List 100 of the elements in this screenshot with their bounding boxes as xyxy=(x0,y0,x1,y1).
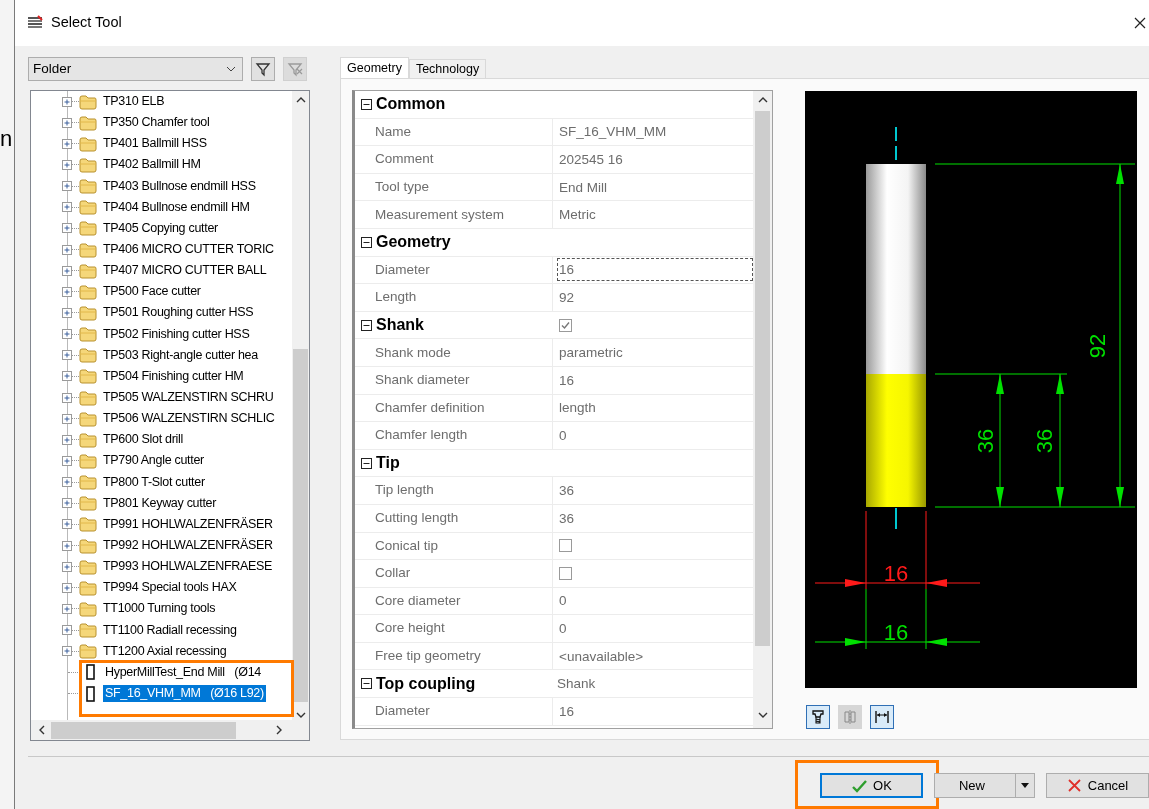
tree-item[interactable]: TP801 Keyway cutter xyxy=(101,494,219,512)
collapse-icon[interactable] xyxy=(361,457,372,469)
expand-icon[interactable] xyxy=(62,160,72,170)
expand-icon[interactable] xyxy=(62,540,72,551)
tree-item[interactable]: TP406 MICRO CUTTER TORIC xyxy=(101,241,276,259)
expand-icon[interactable] xyxy=(62,371,72,382)
collapse-icon[interactable] xyxy=(361,678,372,690)
scroll-left-icon[interactable] xyxy=(37,724,47,736)
tree-item[interactable]: TP402 Ballmill HM xyxy=(101,156,203,174)
tree-item[interactable]: TP350 Chamfer tool xyxy=(101,114,212,132)
tree-item[interactable]: TT1000 Turning tools xyxy=(101,600,218,618)
property-value[interactable]: 92 xyxy=(557,285,753,309)
tree-item[interactable]: TP800 T-Slot cutter xyxy=(101,473,207,491)
property-value[interactable]: 36 xyxy=(557,479,753,503)
toolbar-button[interactable] xyxy=(806,705,830,729)
expand-icon[interactable] xyxy=(62,307,72,318)
tree-item[interactable]: TP500 Face cutter xyxy=(101,283,203,301)
tree-item[interactable]: TP405 Copying cutter xyxy=(101,219,220,237)
filter-button[interactable] xyxy=(251,57,275,81)
scrollbar[interactable] xyxy=(292,91,309,720)
expand-icon[interactable] xyxy=(62,181,72,192)
expand-icon[interactable] xyxy=(62,455,72,466)
tree-item[interactable]: TP994 Special tools HAX xyxy=(101,579,239,597)
tree-item[interactable]: TP401 Ballmill HSS xyxy=(101,135,209,153)
expand-icon[interactable] xyxy=(62,519,72,530)
expand-icon[interactable] xyxy=(62,434,72,445)
scroll-right-icon[interactable] xyxy=(274,724,284,736)
tree-item[interactable]: TP502 Finishing cutter HSS xyxy=(101,325,252,343)
expand-icon[interactable] xyxy=(62,350,72,361)
property-value[interactable]: 36 xyxy=(557,506,753,530)
ok-button[interactable]: OK xyxy=(820,773,923,798)
expand-icon[interactable] xyxy=(62,477,72,488)
tree-item[interactable]: TP991 HOHLWALZENFRÄSER xyxy=(101,515,275,533)
expand-icon[interactable] xyxy=(62,96,72,107)
expand-icon[interactable] xyxy=(62,646,72,657)
tree-item[interactable]: TP501 Roughing cutter HSS xyxy=(101,304,256,322)
tree-item[interactable]: TT1100 Radiall recessing xyxy=(101,621,239,639)
expand-icon[interactable] xyxy=(62,117,72,128)
property-value[interactable]: <unavailable> xyxy=(557,644,753,668)
folder-dropdown[interactable]: Folder xyxy=(28,57,243,81)
expand-icon[interactable] xyxy=(62,265,72,276)
property-value[interactable]: 0 xyxy=(557,589,753,613)
property-value[interactable]: Metric xyxy=(557,203,753,227)
tab[interactable]: Geometry xyxy=(340,57,409,78)
cancel-button[interactable]: Cancel xyxy=(1046,773,1149,798)
expand-icon[interactable] xyxy=(62,625,72,636)
property-value[interactable]: parametric xyxy=(557,341,753,365)
tree-item[interactable]: TP407 MICRO CUTTER BALL xyxy=(101,262,269,280)
checkbox[interactable] xyxy=(559,318,572,332)
checkbox[interactable] xyxy=(559,566,572,580)
tree-item[interactable]: TP504 Finishing cutter HM xyxy=(101,367,246,385)
scroll-up-icon[interactable] xyxy=(294,95,307,105)
expand-icon[interactable] xyxy=(62,603,72,614)
expand-icon[interactable] xyxy=(62,286,72,297)
expand-icon[interactable] xyxy=(62,413,72,424)
collapse-icon[interactable] xyxy=(361,236,372,248)
property-value[interactable]: 16 xyxy=(557,699,753,723)
scroll-down-icon[interactable] xyxy=(294,710,307,720)
checkbox[interactable] xyxy=(559,539,572,553)
toolbar-button[interactable] xyxy=(870,705,894,729)
scrollbar[interactable] xyxy=(31,720,309,740)
new-button[interactable]: New xyxy=(934,773,1035,798)
caret-icon[interactable] xyxy=(1020,782,1030,789)
expand-icon[interactable] xyxy=(62,202,72,213)
tree-item[interactable]: TP503 Right-angle cutter hea xyxy=(101,346,260,364)
property-value[interactable]: 0 xyxy=(557,423,753,447)
expand-icon[interactable] xyxy=(62,223,72,234)
tree-item[interactable]: TP993 HOHLWALZENFRAESE xyxy=(101,558,275,576)
property-value[interactable]: SF_16_VHM_MM xyxy=(557,120,753,144)
expand-icon[interactable] xyxy=(62,244,72,255)
tree-item[interactable]: TP310 ELB xyxy=(101,93,167,111)
expand-icon[interactable] xyxy=(62,392,72,403)
tool-item[interactable]: HyperMillTest_End Mill (Ø14 xyxy=(103,663,263,681)
close-icon[interactable] xyxy=(1133,16,1147,30)
tab[interactable]: Technology xyxy=(408,59,487,78)
tree-item[interactable]: TP404 Bullnose endmill HM xyxy=(101,198,252,216)
expand-icon[interactable] xyxy=(62,329,72,340)
expand-icon[interactable] xyxy=(62,138,72,149)
tree-item[interactable]: TP403 Bullnose endmill HSS xyxy=(101,177,258,195)
tree-item[interactable]: TP506 WALZENSTIRN SCHLIC xyxy=(101,410,277,428)
tree-item[interactable]: TP600 Slot drill xyxy=(101,431,185,449)
collapse-icon[interactable] xyxy=(361,98,372,110)
property-value[interactable]: 16 xyxy=(557,368,753,392)
expand-icon[interactable] xyxy=(62,498,72,509)
expand-icon[interactable] xyxy=(62,561,72,572)
expand-icon[interactable] xyxy=(62,582,72,593)
scroll-up-icon[interactable] xyxy=(756,95,769,105)
property-value[interactable]: length xyxy=(557,396,753,420)
scroll-down-icon[interactable] xyxy=(756,710,769,720)
collapse-icon[interactable] xyxy=(361,319,372,331)
scrollbar[interactable] xyxy=(753,91,772,728)
tree-item[interactable]: TT1200 Axial recessing xyxy=(101,642,229,660)
folder-icon xyxy=(79,304,97,321)
property-value[interactable]: End Mill xyxy=(557,175,753,199)
tool-item[interactable]: SF_16_VHM_MM (Ø16 L92) xyxy=(103,685,266,702)
property-value[interactable]: 0 xyxy=(557,617,753,641)
tree-item[interactable]: TP992 HOHLWALZENFRÄSER xyxy=(101,537,275,554)
tree-item[interactable]: TP790 Angle cutter xyxy=(101,452,206,470)
property-value[interactable]: 202545 16 xyxy=(557,148,753,171)
tree-item[interactable]: TP505 WALZENSTIRN SCHRU xyxy=(101,389,276,407)
